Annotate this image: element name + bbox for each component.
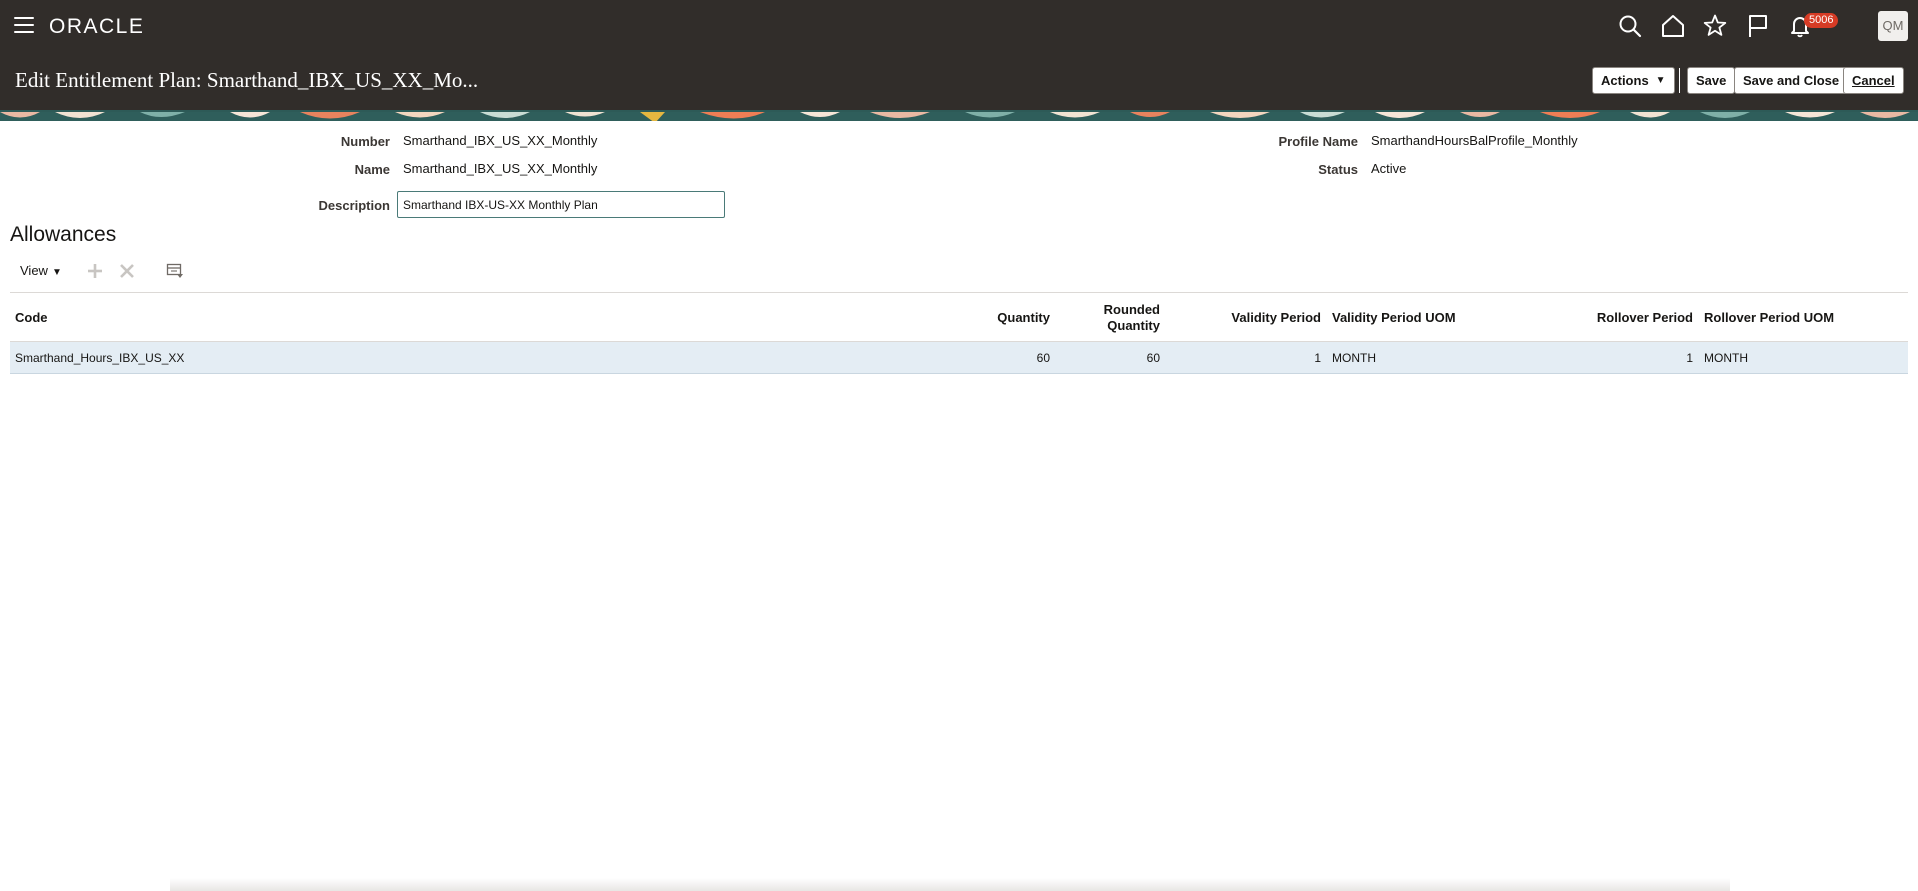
chevron-down-icon: ▼ (1655, 75, 1666, 86)
cell-rollover-period: 1 (1686, 351, 1693, 365)
flag-icon[interactable] (1745, 13, 1771, 39)
profile-name-label: Profile Name (1278, 134, 1358, 149)
search-icon[interactable] (1617, 13, 1643, 39)
toolbar-divider (1679, 68, 1680, 93)
page-title: Edit Entitlement Plan: Smarthand_IBX_US_… (15, 68, 479, 92)
allowances-section-title: Allowances (10, 223, 117, 246)
cell-rollover-period-uom: MONTH (1704, 351, 1748, 365)
view-menu-label: View (20, 263, 48, 278)
notification-count-badge[interactable]: 5006 (1804, 13, 1839, 28)
favorites-star-icon[interactable] (1702, 13, 1728, 39)
table-top-border (10, 292, 1908, 293)
oracle-logo[interactable]: ORACLE (49, 15, 144, 39)
global-header: ORACLE 5006 QM (0, 0, 1918, 52)
view-menu[interactable]: View ▼ (20, 263, 62, 278)
column-header-rounded-quantity-line2[interactable]: Quantity (1060, 318, 1160, 333)
header-decorative-pattern (0, 110, 1918, 121)
cell-code: Smarthand_Hours_IBX_US_XX (15, 351, 185, 365)
cell-validity-period: 1 (1314, 351, 1321, 365)
bottom-edge-shadow (170, 878, 1730, 891)
description-label: Description (318, 198, 390, 213)
menu-icon[interactable] (14, 17, 34, 33)
name-value: Smarthand_IBX_US_XX_Monthly (403, 161, 598, 176)
cell-rounded-quantity: 60 (1146, 351, 1160, 365)
status-label: Status (1318, 162, 1358, 177)
column-header-rollover-period[interactable]: Rollover Period (1540, 310, 1693, 325)
column-header-rollover-period-uom[interactable]: Rollover Period UOM (1704, 310, 1834, 325)
add-row-icon[interactable] (86, 262, 104, 280)
chevron-down-icon: ▼ (51, 267, 62, 278)
number-value: Smarthand_IBX_US_XX_Monthly (403, 133, 598, 148)
number-label: Number (340, 134, 390, 149)
user-avatar[interactable]: QM (1878, 11, 1908, 41)
actions-label: Actions (1601, 73, 1649, 88)
cell-validity-period-uom: MONTH (1332, 351, 1376, 365)
status-value: Active (1371, 161, 1407, 176)
save-button[interactable]: Save (1687, 67, 1736, 94)
column-header-quantity[interactable]: Quantity (930, 310, 1050, 325)
description-input[interactable] (397, 191, 725, 218)
column-header-rounded-quantity-line1[interactable]: Rounded (1060, 302, 1160, 317)
delete-row-icon[interactable] (118, 262, 136, 280)
cell-quantity: 60 (1036, 351, 1050, 365)
home-icon[interactable] (1660, 13, 1686, 39)
page-title-bar: Edit Entitlement Plan: Smarthand_IBX_US_… (0, 52, 1918, 110)
save-and-close-button[interactable]: Save and Close (1734, 67, 1849, 94)
column-header-validity-period[interactable]: Validity Period (1170, 310, 1321, 325)
profile-name-value: SmarthandHoursBalProfile_Monthly (1371, 133, 1578, 148)
actions-menu-button[interactable]: Actions ▼ (1592, 67, 1675, 94)
cancel-button[interactable]: Cancel (1843, 67, 1904, 94)
column-header-code[interactable]: Code (15, 310, 48, 325)
name-label: Name (354, 162, 390, 177)
column-header-validity-period-uom[interactable]: Validity Period UOM (1332, 310, 1456, 325)
freeze-columns-icon[interactable] (166, 262, 184, 280)
table-row[interactable]: Smarthand_Hours_IBX_US_XX 60 60 1 MONTH … (10, 342, 1908, 374)
